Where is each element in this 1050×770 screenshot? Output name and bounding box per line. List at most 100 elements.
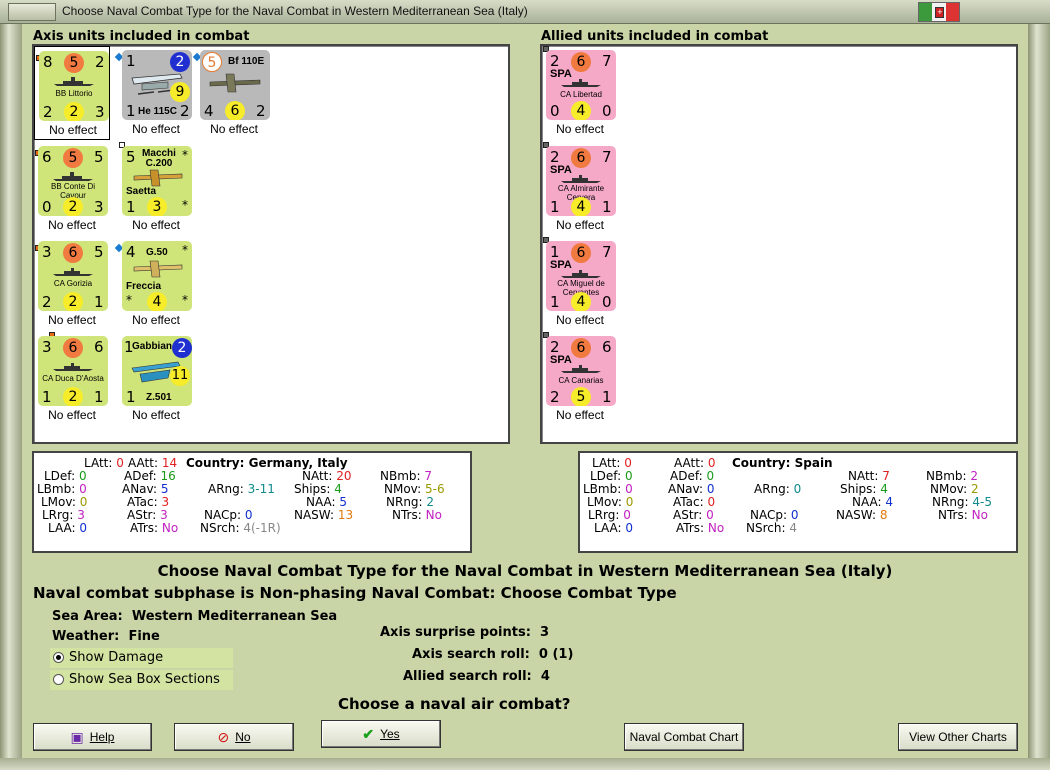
unit-ca-almirante-cervera[interactable]: 2 6 7 SPA CA Almirante Cervera 1 4 1 No … <box>542 142 618 236</box>
stat-bl: 1 <box>550 293 560 311</box>
stat-label: Ships: <box>294 482 331 496</box>
stat-br: 2 <box>256 102 266 120</box>
cruiser-icon <box>53 363 93 371</box>
stat-label: Ships: <box>840 482 877 496</box>
stat-anav: 5 <box>160 482 169 496</box>
allied-units-heading: Allied units included in combat <box>541 29 769 44</box>
stat-label: LDef: <box>44 469 76 483</box>
unit-ca-libertad[interactable]: 2 6 7 SPA CA Libertad 0 4 0 No effect <box>542 46 618 140</box>
unit-effect: No effect <box>48 313 96 327</box>
radio-unselected-icon[interactable] <box>53 674 64 685</box>
stat-nsrch: 4 <box>789 521 797 535</box>
unit-bb-littorio[interactable]: 8 5 2 BB Littorio 2 2 3 No effect <box>34 46 110 140</box>
stat-bl: 1 <box>126 102 136 120</box>
unit-he-115c[interactable]: 1 2 9 1 He 115C 2 No effect <box>114 46 194 140</box>
unit-ca-miguel-de-cervantes[interactable]: 1 6 7 SPA CA Miguel de Cervantes 1 4 0 N… <box>542 237 618 331</box>
window-frame-right <box>1028 24 1050 770</box>
unit-z501-gabbiano[interactable]: 1 Gabbiano 2 11 1 Z.501 No effect <box>118 332 194 426</box>
stat-bl: 1 <box>126 198 136 216</box>
stat-tr: 7 <box>602 52 612 70</box>
stat-label: NMov: <box>930 482 968 496</box>
no-button[interactable]: ⊘ No <box>174 723 294 751</box>
stat-label: NRng: <box>932 495 969 509</box>
stat-lrrg: 0 <box>623 508 631 522</box>
stat-bl: 0 <box>550 102 560 120</box>
stat-label: LAtt: <box>84 456 113 470</box>
unit-name: He 115C <box>138 106 177 117</box>
title-bar: Choose Naval Combat Type for the Naval C… <box>0 0 1050 24</box>
stat-bc: 5 <box>571 387 591 406</box>
stat-label: NASW: <box>836 508 877 522</box>
country-value: Germany, Italy <box>248 456 348 470</box>
stat-bc: 4 <box>147 292 167 311</box>
country-value: Spain <box>794 456 833 470</box>
stat-aatt: 0 <box>707 456 716 470</box>
unit-counter: 4 G.50 * Freccia * 4 * <box>122 241 192 311</box>
no-button-label: No <box>235 730 251 744</box>
stat-tr: 2 <box>95 53 105 71</box>
italy-flag-icon: + <box>918 2 960 22</box>
allied-units-panel: 2 6 7 SPA CA Libertad 0 4 0 No effect 2 … <box>540 44 1018 444</box>
unit-counter: 8 5 2 BB Littorio 2 2 3 <box>39 51 109 121</box>
stat-bl: 2 <box>42 293 52 311</box>
stat-nasw: 13 <box>337 508 354 522</box>
unit-bb-conte-di-cavour[interactable]: 6 5 5 BB Conte Di Cavour 0 2 3 No effect <box>34 142 110 236</box>
stat-label: ATac: <box>673 495 704 509</box>
radio-label: Show Sea Box Sections <box>69 672 220 687</box>
stat-nsrch: 4(-1R) <box>243 521 281 535</box>
radio-selected-icon[interactable] <box>53 652 64 663</box>
naval-air-question: Choose a naval air combat? <box>338 695 571 713</box>
stat-tr: * <box>182 148 188 162</box>
unit-ca-duca-daosta[interactable]: 3 6 6 CA Duca D'Aosta 1 2 1 No effect <box>34 332 110 426</box>
stat-bl: 1 <box>42 388 52 406</box>
stat-nrng: 4-5 <box>972 495 993 509</box>
stat-latt: 0 <box>624 456 632 470</box>
battleship-icon <box>53 172 93 181</box>
stat-tl: 8 <box>43 53 53 71</box>
stat-label: ADef: <box>124 469 157 483</box>
show-sea-box-radio[interactable]: Show Sea Box Sections <box>50 670 233 690</box>
stat-label: NACp: <box>750 508 788 522</box>
stat-atac: 0 <box>707 495 716 509</box>
sea-area-row: Sea Area: Western Mediterranean Sea <box>52 609 337 624</box>
stat-tc: 6 <box>63 243 83 263</box>
unit-name: Saetta <box>126 186 157 197</box>
stat-nasw: 8 <box>879 508 888 522</box>
stat-br: * <box>182 293 188 307</box>
unit-name: BB Littorio <box>55 89 93 98</box>
stat-lrrg: 3 <box>77 508 85 522</box>
stat-tr: * <box>182 243 188 257</box>
stat-nbmb: 2 <box>970 469 979 483</box>
unit-macchi-c200-saetta[interactable]: 5 Macchi C.200 * Saetta 1 3 * No effect <box>118 142 194 236</box>
show-damage-radio[interactable]: Show Damage <box>50 648 233 668</box>
unit-bf-110e[interactable]: 5 Bf 110E 4 6 2 No effect <box>192 46 272 140</box>
allied-search-label: Allied search roll: <box>403 669 532 684</box>
stat-label: NAA: <box>852 495 882 509</box>
unit-ca-canarias[interactable]: 2 6 6 SPA CA Canarias 2 5 1 No effect <box>542 332 618 426</box>
yes-button[interactable]: ✔ Yes <box>321 720 441 748</box>
unit-ca-gorizia[interactable]: 3 6 5 CA Gorizia 2 2 1 No effect <box>34 237 110 331</box>
stat-br: 1 <box>94 293 104 311</box>
stat-label: LBmb: <box>37 482 76 496</box>
stat-lmov: 0 <box>79 495 88 509</box>
allied-stats-panel: LAtt: 0 AAtt: 0 Country: Spain NAtt: 7 N… <box>578 451 1018 553</box>
stat-label: NAA: <box>306 495 336 509</box>
system-menu-button[interactable] <box>8 3 56 21</box>
stat-arng: 3-11 <box>247 482 275 496</box>
view-other-charts-button[interactable]: View Other Charts <box>898 723 1018 751</box>
stat-tc: 5 <box>63 148 83 168</box>
unit-name: Z.501 <box>146 392 172 403</box>
weather-value: Fine <box>128 629 160 644</box>
stat-tl: 6 <box>42 148 52 166</box>
unit-effect: No effect <box>48 408 96 422</box>
view-other-charts-label: View Other Charts <box>909 730 1007 744</box>
stat-ships: 4 <box>334 482 342 496</box>
stat-ships: 4 <box>880 482 888 496</box>
stat-tl: 5 <box>126 148 136 166</box>
stat-tr: 7 <box>602 148 612 166</box>
stat-tr: 7 <box>602 243 612 261</box>
unit-g50-freccia[interactable]: 4 G.50 * Freccia * 4 * No effect <box>114 237 194 331</box>
help-button[interactable]: ▣ Help <box>33 723 152 751</box>
naval-combat-chart-button[interactable]: Naval Combat Chart <box>624 723 744 751</box>
stat-natt: 20 <box>336 469 352 483</box>
